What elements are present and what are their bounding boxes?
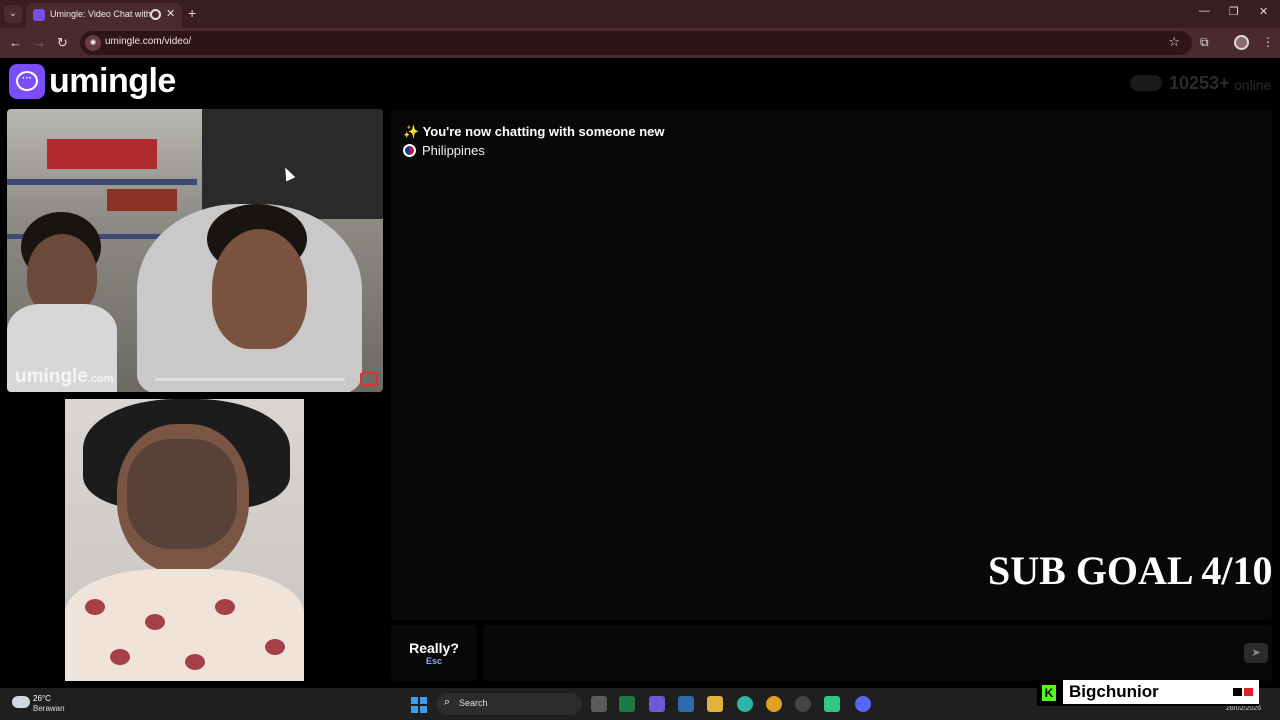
watermark-text: umingle bbox=[15, 366, 88, 387]
kick-logo-icon: K bbox=[1042, 685, 1056, 701]
online-toggle[interactable] bbox=[1130, 75, 1162, 91]
face-mask bbox=[127, 439, 237, 549]
badge-square-icon bbox=[1233, 688, 1242, 696]
skip-hint: Esc bbox=[425, 656, 442, 666]
close-window-icon[interactable]: ✕ bbox=[1259, 5, 1268, 18]
search-label: Search bbox=[459, 698, 488, 708]
shirt-rose bbox=[145, 614, 165, 630]
person-face bbox=[27, 234, 97, 314]
discord-icon[interactable] bbox=[855, 696, 871, 712]
streamer-name: Bigchunior bbox=[1069, 682, 1159, 701]
browser-toolbar: ← → ↻ ◉ umingle.com/video/ ☆ ⧉ ⋮ bbox=[0, 28, 1280, 58]
store-icon[interactable] bbox=[678, 696, 694, 712]
new-tab-button[interactable]: + bbox=[188, 5, 196, 21]
restore-icon[interactable]: ❐ bbox=[1229, 5, 1239, 18]
address-bar[interactable]: ◉ umingle.com/video/ ☆ bbox=[80, 31, 1192, 55]
browser-tab-umingle[interactable]: Umingle: Video Chat with S ✕ bbox=[26, 3, 182, 28]
reload-icon[interactable]: ↻ bbox=[57, 35, 68, 51]
online-label: online bbox=[1234, 77, 1272, 93]
chat-system-message: ✨ You're now chatting with someone new bbox=[403, 124, 665, 139]
profile-avatar[interactable] bbox=[1234, 35, 1249, 50]
site-info-icon[interactable]: ◉ bbox=[85, 35, 101, 51]
minimize-icon[interactable]: — bbox=[1199, 5, 1210, 17]
stranger-video: umingle.com bbox=[7, 109, 383, 392]
shirt-rose bbox=[110, 649, 130, 665]
skip-button[interactable]: Really? Esc bbox=[391, 625, 477, 681]
recording-indicator-icon bbox=[150, 9, 161, 20]
shirt-rose bbox=[85, 599, 105, 615]
chrome-icon[interactable] bbox=[766, 696, 782, 712]
message-input[interactable] bbox=[483, 625, 1272, 681]
copilot-icon[interactable] bbox=[649, 696, 665, 712]
streamer-badge: K Bigchunior bbox=[1037, 680, 1259, 706]
umingle-logo-icon[interactable]: ··· bbox=[9, 64, 45, 99]
tab-title: Umingle: Video Chat with S bbox=[50, 9, 150, 19]
back-icon[interactable]: ← bbox=[9, 35, 22, 50]
weather-temp: 26°C bbox=[33, 694, 51, 703]
file-explorer-icon[interactable] bbox=[707, 696, 723, 712]
umingle-favicon-icon bbox=[33, 9, 45, 21]
shirt-rose bbox=[215, 599, 235, 615]
chat-bubble-icon: ··· bbox=[16, 71, 38, 91]
app-icon[interactable] bbox=[824, 696, 840, 712]
url-text: umingle.com/video/ bbox=[105, 36, 192, 47]
skip-label: Really? bbox=[409, 640, 459, 656]
chat-country-message: Philippines bbox=[403, 143, 485, 158]
tab-close-icon[interactable]: ✕ bbox=[166, 7, 175, 20]
background-box bbox=[107, 189, 177, 211]
extensions-icon[interactable]: ⧉ bbox=[1200, 35, 1209, 50]
country-label: Philippines bbox=[422, 143, 485, 158]
shirt-rose bbox=[185, 654, 205, 670]
tab-list-button[interactable]: ⌄ bbox=[4, 5, 22, 23]
watermark-suffix: .com bbox=[87, 373, 114, 385]
video-watermark: umingle.com bbox=[15, 366, 114, 388]
task-view-icon[interactable] bbox=[591, 696, 607, 712]
philippines-flag-icon bbox=[403, 144, 416, 157]
self-video bbox=[65, 399, 304, 681]
windows-start-icon[interactable] bbox=[411, 697, 427, 713]
chat-panel: ✨ You're now chatting with someone new P… bbox=[391, 110, 1272, 620]
streamer-name-box: Bigchunior bbox=[1063, 680, 1259, 704]
bookmark-star-icon[interactable]: ☆ bbox=[1168, 34, 1180, 50]
weather-desc: Berawan bbox=[33, 704, 65, 713]
send-icon[interactable]: ➤ bbox=[1244, 643, 1268, 663]
weather-cloud-icon[interactable] bbox=[12, 696, 30, 708]
site-logo-text[interactable]: umingle bbox=[49, 62, 176, 101]
report-flag-icon[interactable] bbox=[360, 372, 378, 386]
shirt-rose bbox=[265, 639, 285, 655]
taskbar-search[interactable]: ⌕ Search bbox=[436, 693, 582, 715]
forward-icon[interactable]: → bbox=[33, 35, 46, 50]
background-dark-shelf bbox=[202, 109, 383, 219]
person-face bbox=[212, 229, 307, 349]
sub-goal-overlay: SUB GOAL 4/10 bbox=[988, 548, 1273, 593]
badge-square-icon bbox=[1244, 688, 1253, 696]
edge-icon[interactable] bbox=[737, 696, 753, 712]
tray-date: 28/02/2026 bbox=[1226, 705, 1262, 712]
search-icon: ⌕ bbox=[444, 696, 451, 708]
online-count: 10253+ bbox=[1169, 73, 1230, 93]
excel-icon[interactable] bbox=[619, 696, 635, 712]
video-progress-track bbox=[155, 378, 345, 381]
menu-kebab-icon[interactable]: ⋮ bbox=[1262, 35, 1274, 49]
obs-icon[interactable] bbox=[795, 696, 811, 712]
browser-tab-bar: ⌄ Umingle: Video Chat with S ✕ + — ❐ ✕ bbox=[0, 0, 1280, 28]
background-shelf bbox=[7, 179, 197, 185]
background-box bbox=[47, 139, 157, 169]
